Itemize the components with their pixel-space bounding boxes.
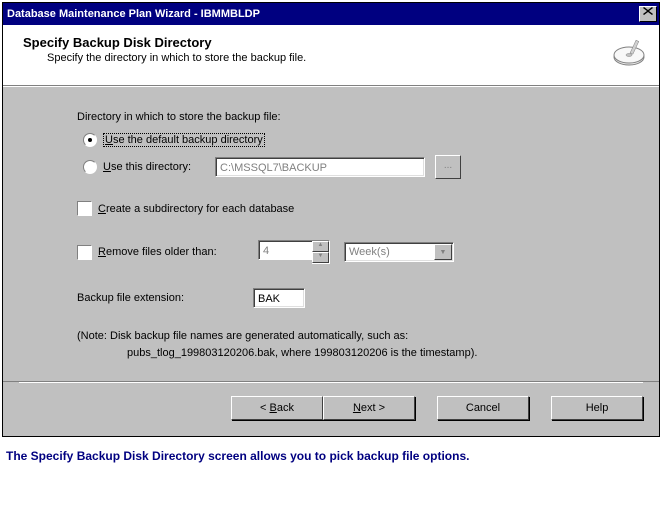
remove-files-count-input[interactable]: 4 bbox=[258, 240, 312, 260]
radio-use-label[interactable]: Use this directory: bbox=[103, 161, 191, 173]
subdirectory-label[interactable]: Create a subdirectory for each database bbox=[98, 203, 294, 215]
wizard-content: Directory in which to store the backup f… bbox=[3, 86, 659, 381]
remove-files-label[interactable]: Remove files older than: bbox=[98, 246, 238, 258]
remove-files-unit-combo[interactable]: Week(s) ▼ bbox=[344, 242, 454, 262]
radio-default-label[interactable]: Use the default backup directory bbox=[103, 133, 265, 147]
spinner-up-button[interactable]: ▲ bbox=[312, 241, 329, 252]
back-button[interactable]: < Back bbox=[231, 396, 323, 420]
close-button[interactable] bbox=[639, 6, 657, 22]
window-title: Database Maintenance Plan Wizard - IBMMB… bbox=[7, 8, 260, 20]
wizard-window: Database Maintenance Plan Wizard - IBMMB… bbox=[2, 2, 660, 437]
spinner-down-button[interactable]: ▼ bbox=[312, 252, 329, 263]
remove-files-unit-value: Week(s) bbox=[345, 243, 433, 261]
remove-files-checkbox[interactable] bbox=[77, 245, 92, 260]
cancel-button[interactable]: Cancel bbox=[437, 396, 529, 420]
radio-default-directory[interactable] bbox=[83, 133, 97, 147]
disk-icon bbox=[599, 35, 647, 75]
note-line2: pubs_tlog_199803120206.bak, where 199803… bbox=[77, 345, 619, 362]
radio-default-directory-row: Use the default backup directory bbox=[83, 133, 619, 147]
radio-use-directory-row: Use this directory: C:\MSSQL7\BACKUP ... bbox=[83, 155, 619, 179]
chevron-down-icon[interactable]: ▼ bbox=[434, 244, 452, 260]
page-subtitle: Specify the directory in which to store … bbox=[23, 52, 589, 64]
browse-button[interactable]: ... bbox=[435, 155, 461, 179]
note-line1: (Note: Disk backup file names are genera… bbox=[77, 328, 619, 345]
extension-input[interactable]: BAK bbox=[253, 288, 305, 308]
radio-use-directory[interactable] bbox=[83, 160, 97, 174]
intro-label: Directory in which to store the backup f… bbox=[77, 111, 619, 123]
page-title: Specify Backup Disk Directory bbox=[23, 35, 589, 50]
wizard-header: Specify Backup Disk Directory Specify th… bbox=[3, 25, 659, 86]
note-text: (Note: Disk backup file names are genera… bbox=[77, 328, 619, 361]
titlebar: Database Maintenance Plan Wizard - IBMMB… bbox=[3, 3, 659, 25]
button-bar: < Back Next > Cancel Help bbox=[3, 381, 659, 436]
next-button[interactable]: Next > bbox=[323, 396, 415, 420]
extension-row: Backup file extension: BAK bbox=[77, 288, 619, 308]
subdirectory-checkbox-row: Create a subdirectory for each database bbox=[77, 201, 619, 216]
remove-files-row: Remove files older than: 4 ▲ ▼ Week(s) ▼ bbox=[77, 240, 619, 264]
subdirectory-checkbox[interactable] bbox=[77, 201, 92, 216]
help-button[interactable]: Help bbox=[551, 396, 643, 420]
figure-caption: The Specify Backup Disk Directory screen… bbox=[0, 439, 662, 477]
directory-path-input[interactable]: C:\MSSQL7\BACKUP bbox=[215, 157, 425, 177]
remove-files-count-spinner[interactable]: 4 ▲ ▼ bbox=[258, 240, 330, 264]
extension-label: Backup file extension: bbox=[77, 292, 217, 304]
